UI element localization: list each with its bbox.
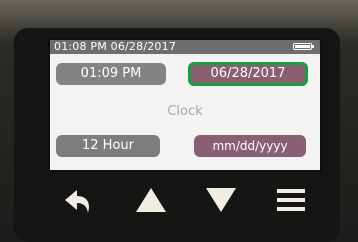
date-format-button[interactable]: mm/dd/yyyy (194, 135, 306, 157)
time-button[interactable]: 01:09 PM (56, 63, 166, 85)
status-datetime: 01:08 PM 06/28/2017 (54, 40, 177, 53)
battery-icon (293, 43, 314, 50)
screen-title: Clock (167, 104, 203, 119)
display-screen: 01:08 PM 06/28/2017 01:09 PM 06/28/2017 … (50, 40, 320, 170)
hardware-button-row (50, 180, 320, 220)
device-body: 01:08 PM 06/28/2017 01:09 PM 06/28/2017 … (0, 0, 358, 242)
down-button[interactable] (196, 180, 246, 220)
up-button[interactable] (126, 180, 176, 220)
up-triangle-icon (136, 188, 166, 212)
menu-icon (277, 189, 305, 211)
hour-format-button[interactable]: 12 Hour (56, 135, 160, 157)
menu-button[interactable] (266, 180, 316, 220)
battery-level-fill (295, 45, 310, 48)
back-button[interactable] (56, 180, 106, 220)
status-bar: 01:08 PM 06/28/2017 (50, 40, 320, 54)
down-triangle-icon (206, 188, 236, 212)
back-arrow-icon (65, 190, 89, 213)
date-button[interactable]: 06/28/2017 (188, 62, 308, 86)
